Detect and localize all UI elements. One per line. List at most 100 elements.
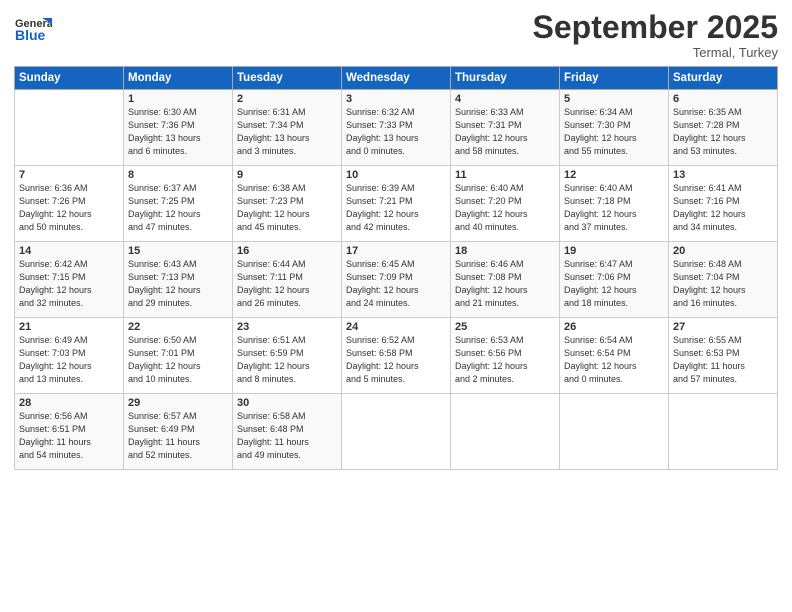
calendar-cell: 18Sunrise: 6:46 AM Sunset: 7:08 PM Dayli… bbox=[451, 242, 560, 318]
week-row-2: 14Sunrise: 6:42 AM Sunset: 7:15 PM Dayli… bbox=[15, 242, 778, 318]
calendar-cell: 28Sunrise: 6:56 AM Sunset: 6:51 PM Dayli… bbox=[15, 394, 124, 470]
day-info: Sunrise: 6:56 AM Sunset: 6:51 PM Dayligh… bbox=[19, 410, 119, 462]
day-number: 16 bbox=[237, 245, 337, 257]
logo: General Blue bbox=[14, 10, 52, 53]
day-number: 15 bbox=[128, 245, 228, 257]
weekday-header-saturday: Saturday bbox=[669, 67, 778, 90]
day-info: Sunrise: 6:49 AM Sunset: 7:03 PM Dayligh… bbox=[19, 334, 119, 386]
day-info: Sunrise: 6:58 AM Sunset: 6:48 PM Dayligh… bbox=[237, 410, 337, 462]
day-number: 17 bbox=[346, 245, 446, 257]
day-number: 2 bbox=[237, 93, 337, 105]
day-info: Sunrise: 6:30 AM Sunset: 7:36 PM Dayligh… bbox=[128, 106, 228, 158]
calendar-cell: 15Sunrise: 6:43 AM Sunset: 7:13 PM Dayli… bbox=[124, 242, 233, 318]
day-number: 10 bbox=[346, 169, 446, 181]
day-number: 7 bbox=[19, 169, 119, 181]
calendar-cell bbox=[15, 90, 124, 166]
day-info: Sunrise: 6:52 AM Sunset: 6:58 PM Dayligh… bbox=[346, 334, 446, 386]
day-info: Sunrise: 6:51 AM Sunset: 6:59 PM Dayligh… bbox=[237, 334, 337, 386]
day-number: 22 bbox=[128, 321, 228, 333]
calendar-cell: 12Sunrise: 6:40 AM Sunset: 7:18 PM Dayli… bbox=[560, 166, 669, 242]
page-container: General Blue September 2025 Termal, Turk… bbox=[0, 0, 792, 612]
weekday-header-thursday: Thursday bbox=[451, 67, 560, 90]
day-number: 27 bbox=[673, 321, 773, 333]
day-number: 30 bbox=[237, 397, 337, 409]
calendar-cell: 19Sunrise: 6:47 AM Sunset: 7:06 PM Dayli… bbox=[560, 242, 669, 318]
weekday-header-tuesday: Tuesday bbox=[233, 67, 342, 90]
day-info: Sunrise: 6:41 AM Sunset: 7:16 PM Dayligh… bbox=[673, 182, 773, 234]
day-number: 9 bbox=[237, 169, 337, 181]
calendar-cell bbox=[669, 394, 778, 470]
calendar-cell: 4Sunrise: 6:33 AM Sunset: 7:31 PM Daylig… bbox=[451, 90, 560, 166]
weekday-header-monday: Monday bbox=[124, 67, 233, 90]
day-number: 8 bbox=[128, 169, 228, 181]
week-row-0: 1Sunrise: 6:30 AM Sunset: 7:36 PM Daylig… bbox=[15, 90, 778, 166]
location: Termal, Turkey bbox=[533, 45, 778, 60]
calendar-cell: 26Sunrise: 6:54 AM Sunset: 6:54 PM Dayli… bbox=[560, 318, 669, 394]
weekday-header-wednesday: Wednesday bbox=[342, 67, 451, 90]
calendar-cell: 5Sunrise: 6:34 AM Sunset: 7:30 PM Daylig… bbox=[560, 90, 669, 166]
calendar-cell: 8Sunrise: 6:37 AM Sunset: 7:25 PM Daylig… bbox=[124, 166, 233, 242]
month-title: September 2025 bbox=[533, 10, 778, 45]
calendar-cell: 10Sunrise: 6:39 AM Sunset: 7:21 PM Dayli… bbox=[342, 166, 451, 242]
day-number: 24 bbox=[346, 321, 446, 333]
day-number: 19 bbox=[564, 245, 664, 257]
weekday-header-sunday: Sunday bbox=[15, 67, 124, 90]
day-number: 5 bbox=[564, 93, 664, 105]
title-block: September 2025 Termal, Turkey bbox=[533, 10, 778, 60]
day-number: 4 bbox=[455, 93, 555, 105]
day-number: 13 bbox=[673, 169, 773, 181]
day-number: 12 bbox=[564, 169, 664, 181]
day-number: 25 bbox=[455, 321, 555, 333]
calendar-table: SundayMondayTuesdayWednesdayThursdayFrid… bbox=[14, 66, 778, 470]
day-info: Sunrise: 6:34 AM Sunset: 7:30 PM Dayligh… bbox=[564, 106, 664, 158]
day-info: Sunrise: 6:36 AM Sunset: 7:26 PM Dayligh… bbox=[19, 182, 119, 234]
calendar-cell: 13Sunrise: 6:41 AM Sunset: 7:16 PM Dayli… bbox=[669, 166, 778, 242]
day-info: Sunrise: 6:45 AM Sunset: 7:09 PM Dayligh… bbox=[346, 258, 446, 310]
day-number: 21 bbox=[19, 321, 119, 333]
day-info: Sunrise: 6:40 AM Sunset: 7:20 PM Dayligh… bbox=[455, 182, 555, 234]
day-info: Sunrise: 6:38 AM Sunset: 7:23 PM Dayligh… bbox=[237, 182, 337, 234]
day-info: Sunrise: 6:32 AM Sunset: 7:33 PM Dayligh… bbox=[346, 106, 446, 158]
day-number: 14 bbox=[19, 245, 119, 257]
day-info: Sunrise: 6:42 AM Sunset: 7:15 PM Dayligh… bbox=[19, 258, 119, 310]
week-row-3: 21Sunrise: 6:49 AM Sunset: 7:03 PM Dayli… bbox=[15, 318, 778, 394]
svg-text:Blue: Blue bbox=[15, 27, 46, 43]
day-info: Sunrise: 6:46 AM Sunset: 7:08 PM Dayligh… bbox=[455, 258, 555, 310]
calendar-cell: 11Sunrise: 6:40 AM Sunset: 7:20 PM Dayli… bbox=[451, 166, 560, 242]
day-number: 6 bbox=[673, 93, 773, 105]
day-number: 23 bbox=[237, 321, 337, 333]
weekday-header-friday: Friday bbox=[560, 67, 669, 90]
calendar-cell: 22Sunrise: 6:50 AM Sunset: 7:01 PM Dayli… bbox=[124, 318, 233, 394]
day-number: 28 bbox=[19, 397, 119, 409]
week-row-1: 7Sunrise: 6:36 AM Sunset: 7:26 PM Daylig… bbox=[15, 166, 778, 242]
calendar-cell bbox=[451, 394, 560, 470]
calendar-cell bbox=[560, 394, 669, 470]
day-info: Sunrise: 6:44 AM Sunset: 7:11 PM Dayligh… bbox=[237, 258, 337, 310]
day-info: Sunrise: 6:37 AM Sunset: 7:25 PM Dayligh… bbox=[128, 182, 228, 234]
day-number: 26 bbox=[564, 321, 664, 333]
day-number: 11 bbox=[455, 169, 555, 181]
day-info: Sunrise: 6:50 AM Sunset: 7:01 PM Dayligh… bbox=[128, 334, 228, 386]
day-info: Sunrise: 6:54 AM Sunset: 6:54 PM Dayligh… bbox=[564, 334, 664, 386]
calendar-cell: 14Sunrise: 6:42 AM Sunset: 7:15 PM Dayli… bbox=[15, 242, 124, 318]
calendar-cell: 2Sunrise: 6:31 AM Sunset: 7:34 PM Daylig… bbox=[233, 90, 342, 166]
calendar-cell bbox=[342, 394, 451, 470]
calendar-cell: 6Sunrise: 6:35 AM Sunset: 7:28 PM Daylig… bbox=[669, 90, 778, 166]
calendar-cell: 30Sunrise: 6:58 AM Sunset: 6:48 PM Dayli… bbox=[233, 394, 342, 470]
calendar-cell: 17Sunrise: 6:45 AM Sunset: 7:09 PM Dayli… bbox=[342, 242, 451, 318]
week-row-4: 28Sunrise: 6:56 AM Sunset: 6:51 PM Dayli… bbox=[15, 394, 778, 470]
calendar-cell: 1Sunrise: 6:30 AM Sunset: 7:36 PM Daylig… bbox=[124, 90, 233, 166]
calendar-cell: 21Sunrise: 6:49 AM Sunset: 7:03 PM Dayli… bbox=[15, 318, 124, 394]
day-number: 18 bbox=[455, 245, 555, 257]
calendar-body: 1Sunrise: 6:30 AM Sunset: 7:36 PM Daylig… bbox=[15, 90, 778, 470]
day-info: Sunrise: 6:55 AM Sunset: 6:53 PM Dayligh… bbox=[673, 334, 773, 386]
weekday-header-row: SundayMondayTuesdayWednesdayThursdayFrid… bbox=[15, 67, 778, 90]
calendar-cell: 16Sunrise: 6:44 AM Sunset: 7:11 PM Dayli… bbox=[233, 242, 342, 318]
calendar-cell: 23Sunrise: 6:51 AM Sunset: 6:59 PM Dayli… bbox=[233, 318, 342, 394]
day-number: 3 bbox=[346, 93, 446, 105]
calendar-cell: 25Sunrise: 6:53 AM Sunset: 6:56 PM Dayli… bbox=[451, 318, 560, 394]
day-number: 20 bbox=[673, 245, 773, 257]
day-info: Sunrise: 6:53 AM Sunset: 6:56 PM Dayligh… bbox=[455, 334, 555, 386]
day-info: Sunrise: 6:57 AM Sunset: 6:49 PM Dayligh… bbox=[128, 410, 228, 462]
calendar-cell: 9Sunrise: 6:38 AM Sunset: 7:23 PM Daylig… bbox=[233, 166, 342, 242]
